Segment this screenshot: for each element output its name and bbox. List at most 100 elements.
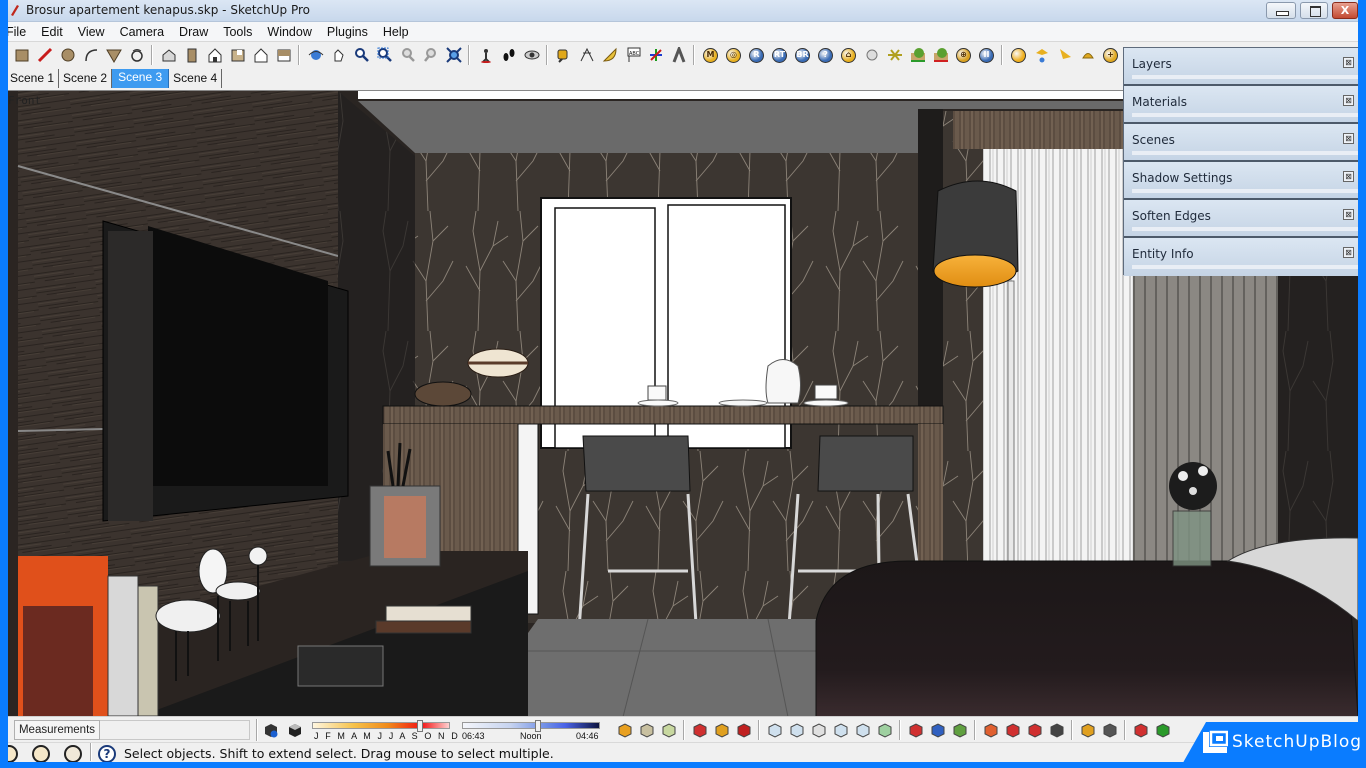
text-icon[interactable]: ABC <box>624 46 642 64</box>
plugin-tag-icon[interactable]: ◎ <box>725 46 743 64</box>
shadow-time-slider[interactable]: 06:43 Noon 04:46 <box>462 720 604 741</box>
sandbox-stamp-icon[interactable] <box>788 721 806 739</box>
terrain-joy-icon[interactable] <box>1048 721 1066 739</box>
close-button[interactable]: X <box>1332 2 1358 19</box>
menu-help[interactable]: Help <box>375 25 416 39</box>
credits-icon[interactable] <box>32 745 50 762</box>
zoom-window-icon[interactable] <box>376 46 394 64</box>
front-view-icon[interactable] <box>206 46 224 64</box>
section-cut-icon[interactable] <box>638 721 656 739</box>
menu-file[interactable]: File <box>8 25 33 39</box>
plugin-star-icon[interactable] <box>886 46 904 64</box>
scene-tab-1[interactable]: Scene 1 <box>8 69 60 88</box>
menu-draw[interactable]: Draw <box>171 25 215 39</box>
orbit-icon[interactable] <box>307 46 325 64</box>
panel-close-icon[interactable]: ⊠ <box>1343 133 1354 144</box>
vertex-j-icon[interactable] <box>1132 721 1150 739</box>
plugin-br-icon[interactable]: BR <box>794 46 812 64</box>
tools-icon[interactable] <box>1101 721 1119 739</box>
dimension-icon[interactable] <box>578 46 596 64</box>
sphere-light-icon[interactable]: + <box>1102 46 1120 64</box>
3d-text-icon[interactable] <box>670 46 688 64</box>
axes-icon[interactable] <box>647 46 665 64</box>
iso-view-icon[interactable] <box>160 46 178 64</box>
vertex-n-icon[interactable] <box>1154 721 1172 739</box>
minimize-button[interactable] <box>1266 2 1296 19</box>
restore-button[interactable] <box>1300 2 1328 19</box>
panel-close-icon[interactable]: ⊠ <box>1343 57 1354 68</box>
pencil-line-icon[interactable] <box>36 46 54 64</box>
panel-title[interactable]: Materials <box>1132 95 1187 109</box>
back-view-icon[interactable] <box>252 46 270 64</box>
left-view-icon[interactable] <box>275 46 293 64</box>
panel-close-icon[interactable]: ⊠ <box>1343 209 1354 220</box>
sandbox-add-icon[interactable] <box>876 721 894 739</box>
panel-close-icon[interactable]: ⊠ <box>1343 247 1354 258</box>
menu-window[interactable]: Window <box>259 25 318 39</box>
terrain-x-icon[interactable] <box>1004 721 1022 739</box>
menu-camera[interactable]: Camera <box>112 25 171 39</box>
follow-me-icon[interactable] <box>128 46 146 64</box>
circle-icon[interactable] <box>59 46 77 64</box>
plant-icon-r[interactable] <box>713 721 731 739</box>
plugin-target-icon[interactable]: ⊕ <box>955 46 973 64</box>
panel-title[interactable]: Entity Info <box>1132 247 1194 261</box>
measurements-input[interactable] <box>100 720 250 740</box>
terrain-smooth-icon[interactable] <box>951 721 969 739</box>
look-around-icon[interactable] <box>523 46 541 64</box>
tray-panel-entity-info[interactable]: Entity Info ⊠ <box>1124 238 1358 276</box>
sandbox-drape-icon[interactable] <box>810 721 828 739</box>
plugin-r-icon[interactable]: R <box>748 46 766 64</box>
scene-tab-2[interactable]: Scene 2 <box>59 69 113 88</box>
panel-close-icon[interactable]: ⊠ <box>1343 95 1354 106</box>
section-fill-icon[interactable] <box>660 721 678 739</box>
display-shadows-icon[interactable] <box>286 721 304 739</box>
menu-tools[interactable]: Tools <box>215 25 259 39</box>
spot-light-icon[interactable] <box>1033 46 1051 64</box>
shadow-date-slider[interactable]: J F M A M J J A S O N D <box>312 720 458 741</box>
top-view-icon[interactable] <box>183 46 201 64</box>
tray-panel-shadow-settings[interactable]: Shadow Settings ⊠ <box>1124 162 1358 200</box>
plugin-render2-icon[interactable] <box>932 46 950 64</box>
protractor-icon[interactable] <box>601 46 619 64</box>
scene-tab-4[interactable]: Scene 4 <box>169 69 223 88</box>
geo-location-icon[interactable] <box>8 745 18 762</box>
sign-in-icon[interactable] <box>64 745 82 762</box>
plugin-render-icon[interactable] <box>909 46 927 64</box>
scene-tab-3[interactable]: Scene 3 <box>112 69 170 88</box>
plugin-help-icon[interactable]: ? <box>817 46 835 64</box>
direction-light-icon[interactable] <box>1056 46 1074 64</box>
terrain-red-icon[interactable] <box>907 721 925 739</box>
terrain-rotate-icon[interactable] <box>1026 721 1044 739</box>
plugin-rt-icon[interactable]: RT <box>771 46 789 64</box>
menu-edit[interactable]: Edit <box>33 25 70 39</box>
terrain-rainbow-icon[interactable] <box>982 721 1000 739</box>
tape-measure-icon[interactable] <box>555 46 573 64</box>
plant-icon-b[interactable] <box>735 721 753 739</box>
rectangle-icon[interactable] <box>13 46 31 64</box>
menu-plugins[interactable]: Plugins <box>319 25 375 39</box>
plugin-m-icon[interactable]: M <box>702 46 720 64</box>
panel-title[interactable]: Shadow Settings <box>1132 171 1232 185</box>
panel-title[interactable]: Soften Edges <box>1132 209 1211 223</box>
menu-view[interactable]: View <box>70 25 112 39</box>
sandbox-detail-icon[interactable] <box>832 721 850 739</box>
pan-icon[interactable] <box>330 46 348 64</box>
section-plane-icon[interactable] <box>616 721 634 739</box>
dome-light-icon[interactable] <box>1079 46 1097 64</box>
tray-panel-layers[interactable]: Layers ⊠ <box>1124 48 1358 86</box>
right-view-icon[interactable] <box>229 46 247 64</box>
terrain-arrow-icon[interactable] <box>929 721 947 739</box>
instructor-help-icon[interactable]: ? <box>98 745 116 762</box>
previous-view-icon[interactable] <box>399 46 417 64</box>
globe-icon[interactable] <box>1079 721 1097 739</box>
tray-panel-soften-edges[interactable]: Soften Edges ⊠ <box>1124 200 1358 238</box>
panel-title[interactable]: Layers <box>1132 57 1172 71</box>
tray-panel-scenes[interactable]: Scenes ⊠ <box>1124 124 1358 162</box>
plant-icon-w[interactable] <box>691 721 709 739</box>
sandbox-smoove-icon[interactable] <box>766 721 784 739</box>
arc-icon[interactable] <box>82 46 100 64</box>
plugin-pause-icon[interactable]: II <box>978 46 996 64</box>
sandbox-flip-icon[interactable] <box>854 721 872 739</box>
walk-icon[interactable] <box>500 46 518 64</box>
